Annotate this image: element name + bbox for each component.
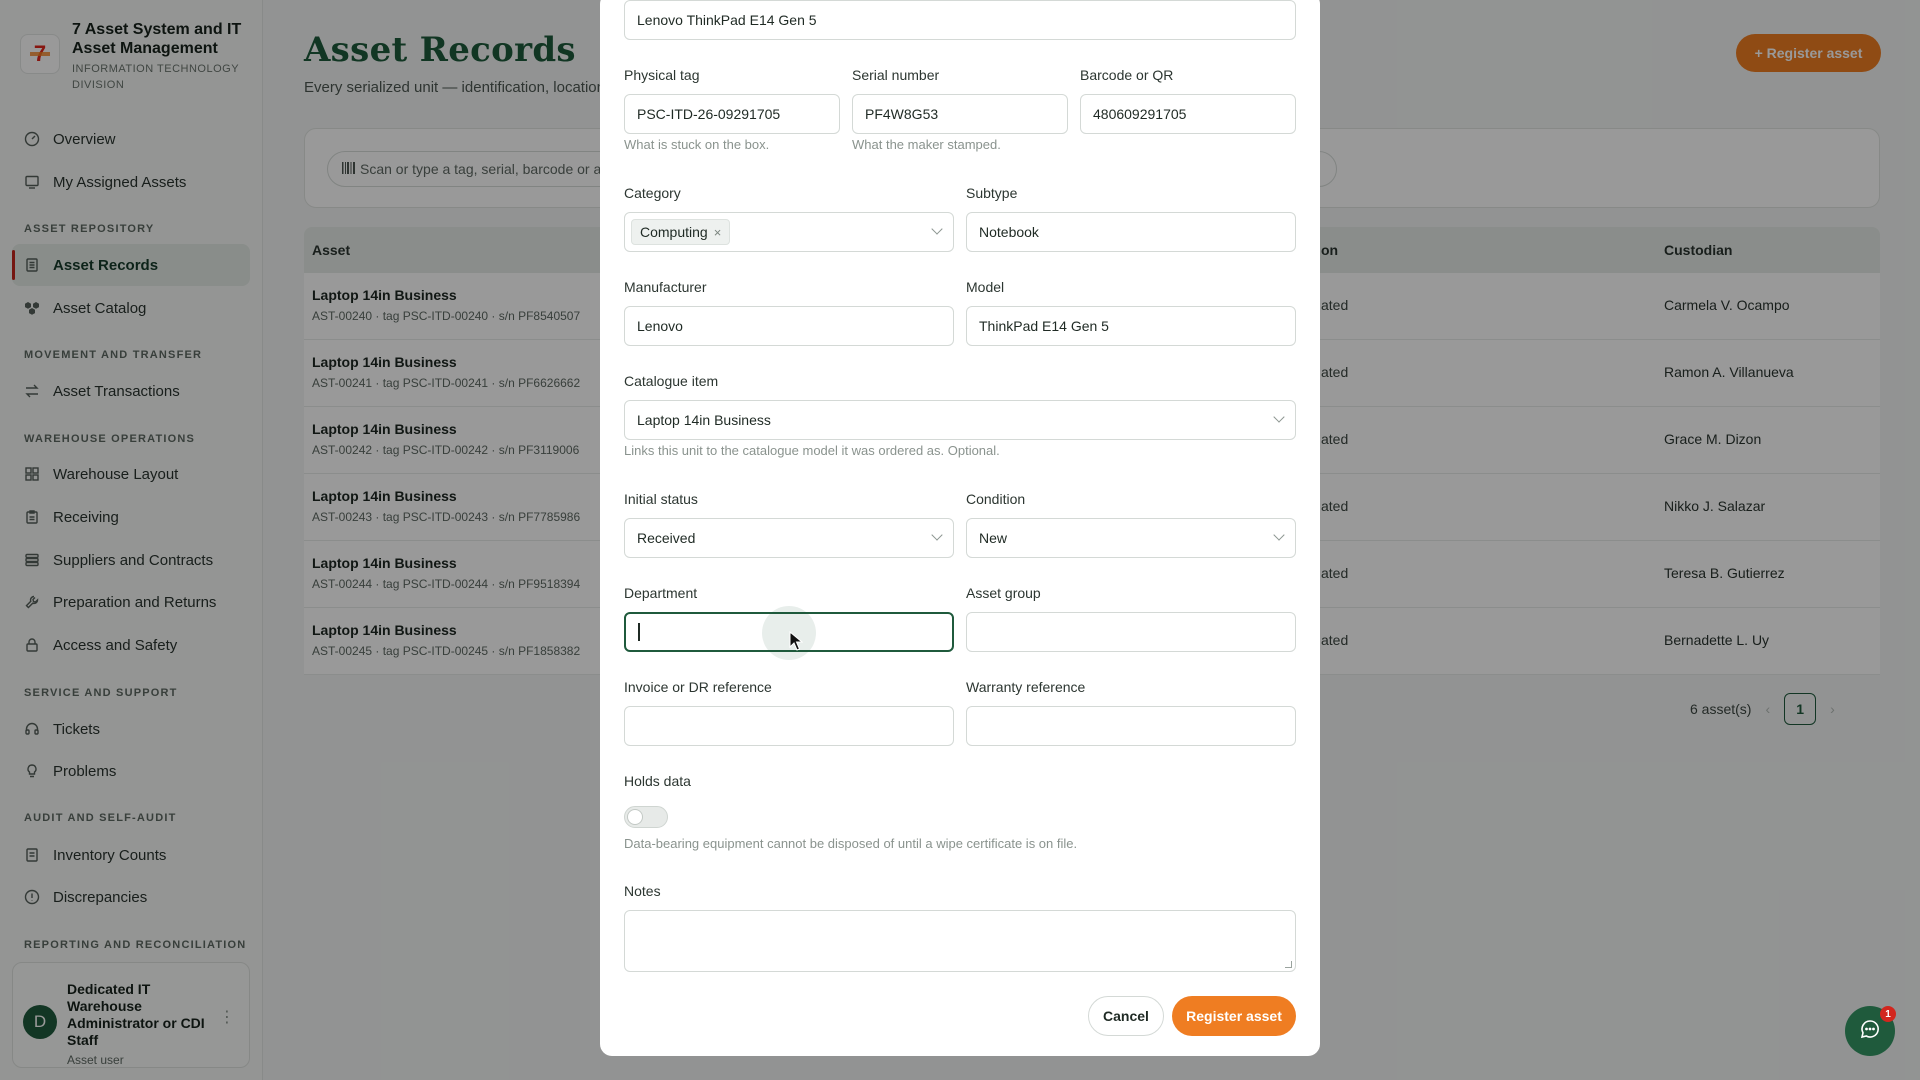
chat-bubble-icon (1859, 1018, 1881, 1045)
holds-data-toggle[interactable] (624, 806, 668, 828)
barcode-label: Barcode or QR (1080, 67, 1174, 83)
catalogue-item-value: Laptop 14in Business (637, 412, 771, 428)
asset-group-field[interactable] (966, 612, 1296, 652)
serial-number-hint: What the maker stamped. (852, 137, 1001, 152)
mouse-pointer-icon (789, 630, 804, 656)
chevron-down-icon (931, 529, 943, 541)
asset-name-value: Lenovo ThinkPad E14 Gen 5 (637, 12, 817, 28)
serial-number-value: PF4W8G53 (865, 106, 939, 122)
manufacturer-field[interactable]: Lenovo (624, 306, 954, 346)
barcode-value: 480609291705 (1093, 106, 1187, 122)
serial-number-label: Serial number (852, 67, 940, 83)
invoice-label: Invoice or DR reference (624, 679, 772, 695)
subtype-value: Notebook (979, 224, 1039, 240)
text-caret (638, 623, 640, 641)
serial-number-field[interactable]: PF4W8G53 (852, 94, 1068, 134)
manufacturer-label: Manufacturer (624, 279, 707, 295)
toggle-knob (627, 809, 643, 825)
physical-tag-label: Physical tag (624, 67, 700, 83)
initial-status-value: Received (637, 530, 696, 546)
initial-status-select[interactable]: Received (624, 518, 954, 558)
warranty-field[interactable] (966, 706, 1296, 746)
cancel-button[interactable]: Cancel (1088, 996, 1164, 1036)
condition-select[interactable]: New (966, 518, 1296, 558)
register-asset-submit-button[interactable]: Register asset (1172, 996, 1296, 1036)
subtype-field[interactable]: Notebook (966, 212, 1296, 252)
notification-badge: 1 (1880, 1006, 1896, 1022)
category-label: Category (624, 185, 681, 201)
remove-chip-icon[interactable]: × (714, 225, 722, 240)
catalogue-item-select[interactable]: Laptop 14in Business (624, 400, 1296, 440)
model-field[interactable]: ThinkPad E14 Gen 5 (966, 306, 1296, 346)
physical-tag-hint: What is stuck on the box. (624, 137, 770, 152)
warranty-label: Warranty reference (966, 679, 1086, 695)
holds-data-hint: Data-bearing equipment cannot be dispose… (624, 836, 1078, 851)
asset-name-field[interactable]: Lenovo ThinkPad E14 Gen 5 (624, 0, 1296, 40)
model-value: ThinkPad E14 Gen 5 (979, 318, 1109, 334)
holds-data-label: Holds data (624, 773, 691, 789)
chevron-down-icon (1273, 529, 1285, 541)
category-select[interactable]: Computing × (624, 212, 954, 252)
initial-status-label: Initial status (624, 491, 698, 507)
barcode-field[interactable]: 480609291705 (1080, 94, 1296, 134)
notes-textarea[interactable] (624, 910, 1296, 972)
physical-tag-field[interactable]: PSC-ITD-26-09291705 (624, 94, 840, 134)
condition-label: Condition (966, 491, 1026, 507)
model-label: Model (966, 279, 1005, 295)
category-chip: Computing × (631, 219, 731, 245)
notes-label: Notes (624, 883, 661, 899)
category-chip-label: Computing (640, 224, 708, 240)
catalogue-item-hint: Links this unit to the catalogue model i… (624, 443, 1000, 458)
department-label: Department (624, 585, 698, 601)
physical-tag-value: PSC-ITD-26-09291705 (637, 106, 781, 122)
asset-group-label: Asset group (966, 585, 1041, 601)
invoice-field[interactable] (624, 706, 954, 746)
catalogue-item-label: Catalogue item (624, 373, 719, 389)
chevron-down-icon (1273, 411, 1285, 423)
condition-value: New (979, 530, 1008, 546)
manufacturer-value: Lenovo (637, 318, 683, 334)
subtype-label: Subtype (966, 185, 1018, 201)
chevron-down-icon (931, 223, 943, 235)
